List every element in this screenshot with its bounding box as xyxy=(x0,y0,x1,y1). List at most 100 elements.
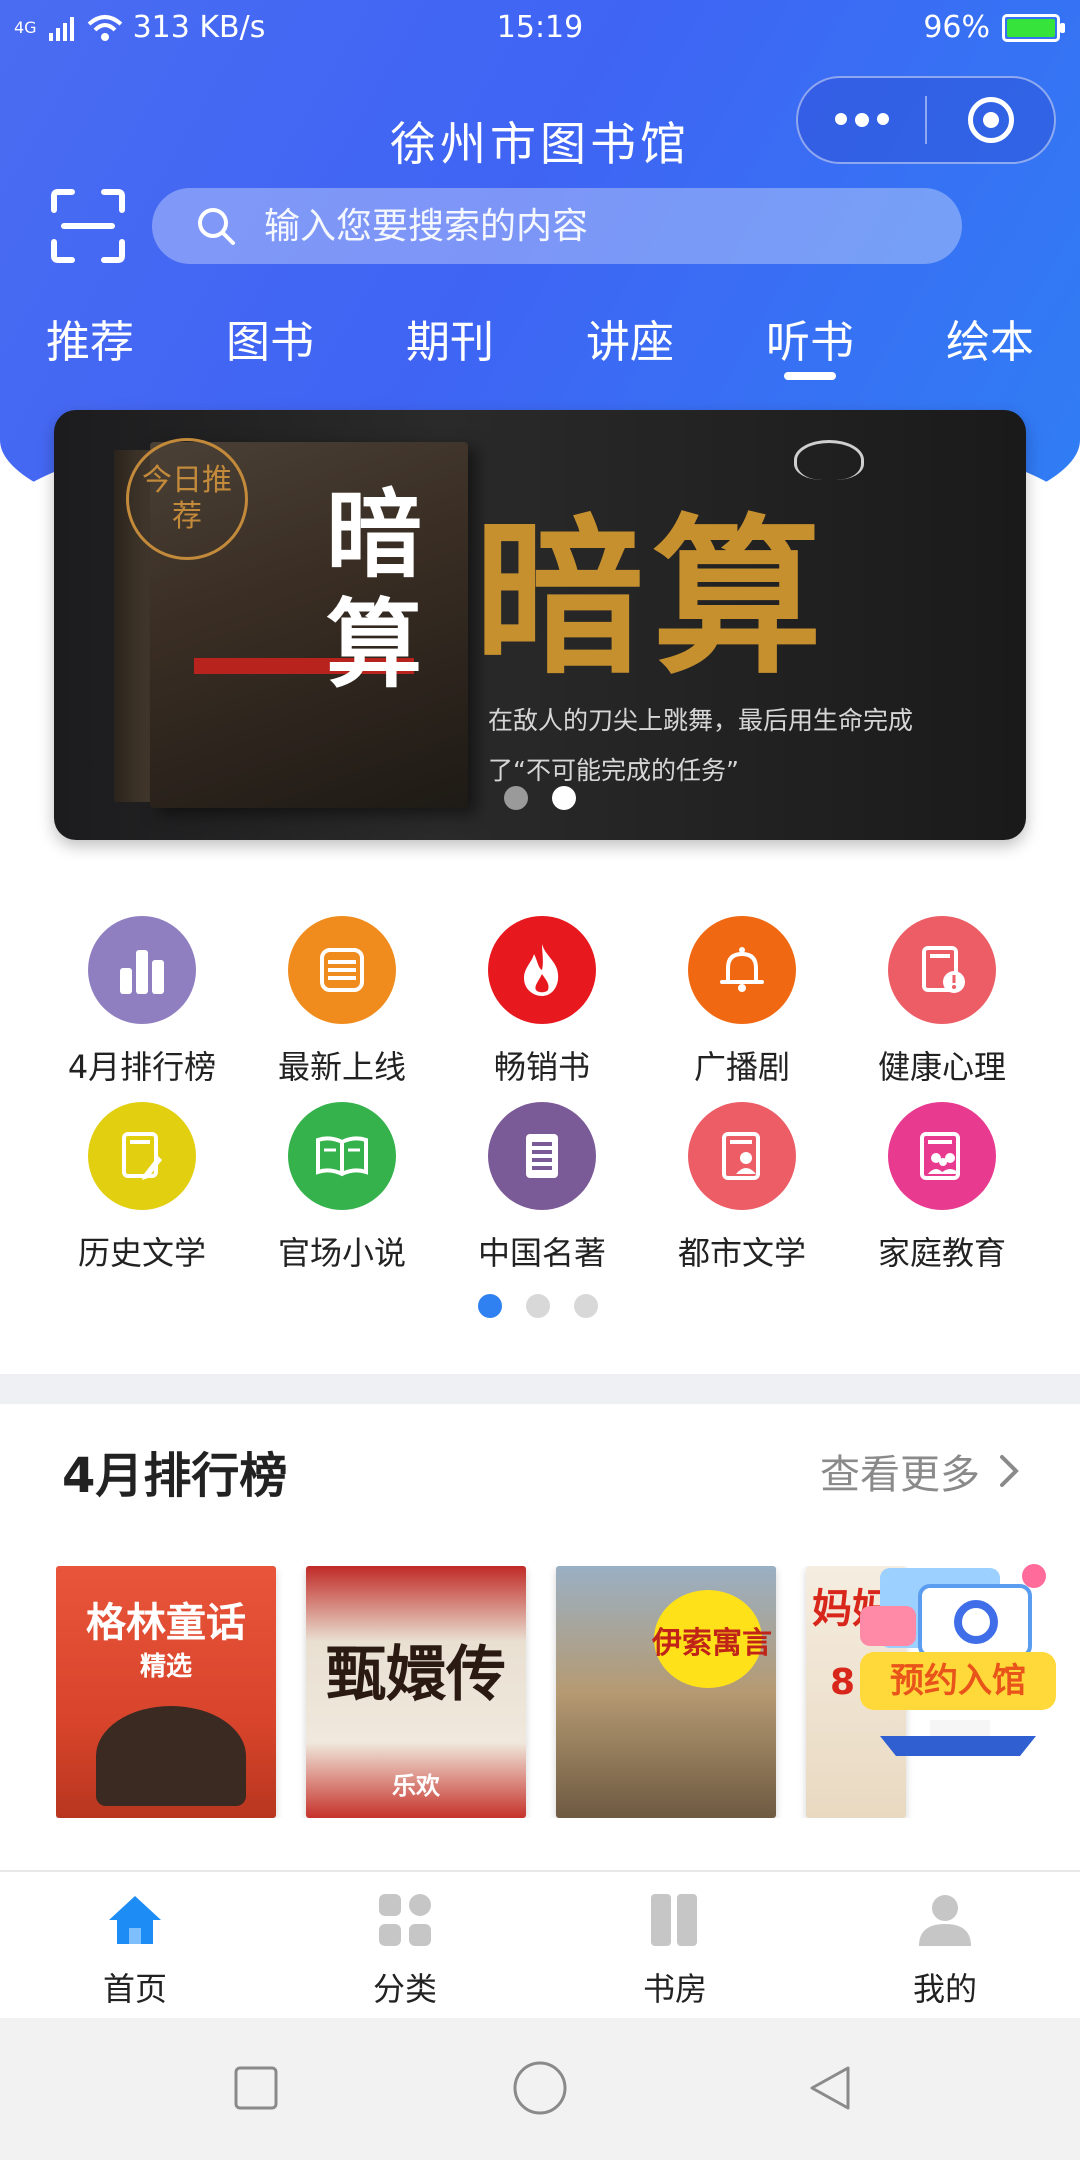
category-label: 历史文学 xyxy=(77,1234,206,1272)
banner-description: 在敌人的刀尖上跳舞，最后用生命完成了“不可能完成的任务” xyxy=(488,706,914,785)
category-officialdom[interactable]: 官场小说 xyxy=(242,1102,442,1274)
tab-journals[interactable]: 期刊 xyxy=(390,306,510,370)
view-more-label: 查看更多 xyxy=(820,1452,980,1498)
fire-icon xyxy=(488,916,596,1024)
category-bestseller[interactable]: 畅销书 xyxy=(442,916,642,1088)
top-tabs: 推荐 图书 期刊 讲座 听书 绘本 xyxy=(0,306,1080,386)
bookshelf-icon xyxy=(651,1894,697,1946)
search-bar[interactable] xyxy=(152,188,962,264)
book-illustration xyxy=(96,1706,246,1806)
user-icon xyxy=(919,1895,971,1946)
cloud-ornament-icon xyxy=(794,440,864,480)
status-time: 15:19 xyxy=(496,10,584,45)
category-health[interactable]: 健康心理 xyxy=(842,916,1042,1088)
category-label: 中国名著 xyxy=(477,1234,606,1272)
book-title: 伊索寓言 xyxy=(652,1626,772,1661)
book-card[interactable]: 格林童话 精选 xyxy=(56,1566,276,1818)
nav-label: 书房 xyxy=(642,1970,707,2008)
category-label: 健康心理 xyxy=(877,1048,1006,1086)
list-stack-icon xyxy=(288,916,396,1024)
category-ranking[interactable]: 4月排行榜 xyxy=(42,916,242,1088)
category-label: 广播剧 xyxy=(693,1048,790,1086)
book-alert-icon xyxy=(888,916,996,1024)
category-new[interactable]: 最新上线 xyxy=(242,916,442,1088)
nav-study[interactable]: 书房 xyxy=(575,1890,775,2010)
banner-pagination xyxy=(504,786,576,810)
category-label: 都市文学 xyxy=(677,1234,806,1272)
book-family-icon xyxy=(888,1102,996,1210)
category-label: 畅销书 xyxy=(493,1048,590,1086)
ranking-header: 4月排行榜 查看更多 xyxy=(62,1436,1022,1506)
bottom-nav: 首页 分类 书房 我的 xyxy=(0,1870,1080,2018)
nav-label: 我的 xyxy=(912,1970,977,2008)
tab-recommend[interactable]: 推荐 xyxy=(30,306,150,370)
nav-profile[interactable]: 我的 xyxy=(845,1890,1045,2010)
recent-apps-icon[interactable] xyxy=(232,2064,280,2112)
miniapp-capsule xyxy=(796,76,1056,164)
ship-icon xyxy=(880,1720,1036,1756)
book-pen-icon xyxy=(88,1102,196,1210)
category-label: 家庭教育 xyxy=(877,1234,1006,1272)
book-title: 格林童话 xyxy=(86,1600,246,1646)
view-more-link[interactable]: 查看更多 xyxy=(820,1442,1022,1500)
nav-label: 首页 xyxy=(102,1970,167,2008)
bar-chart-icon xyxy=(88,916,196,1024)
book-card[interactable]: 伊索寓言 xyxy=(556,1566,776,1818)
system-nav-bar xyxy=(0,2018,1080,2160)
book-title: 甄嬛传 xyxy=(326,1640,506,1710)
grid-icon xyxy=(379,1894,431,1946)
book-card[interactable]: 甄嬛传 乐欢 xyxy=(306,1566,526,1818)
more-dots-icon xyxy=(834,113,889,127)
home-icon xyxy=(109,1896,161,1944)
banner-title: 暗算 xyxy=(474,498,831,698)
category-urban[interactable]: 都市文学 xyxy=(642,1102,842,1274)
category-pagination xyxy=(478,1294,598,1318)
category-label: 官场小说 xyxy=(277,1234,406,1272)
category-label: 4月排行榜 xyxy=(67,1048,217,1086)
open-book-icon xyxy=(288,1102,396,1210)
tab-picture-books[interactable]: 绘本 xyxy=(930,306,1050,370)
section-divider xyxy=(0,1374,1080,1404)
bell-icon xyxy=(688,916,796,1024)
status-bar: 4G 313 KB/s 15:19 96% xyxy=(0,0,1080,56)
home-circle-icon[interactable] xyxy=(512,2060,568,2116)
chevron-right-icon xyxy=(1000,1455,1019,1487)
category-page-dot[interactable] xyxy=(574,1294,598,1318)
seal-text: 今日推荐 xyxy=(142,463,232,534)
scan-icon[interactable] xyxy=(50,188,126,264)
battery-fill xyxy=(1007,18,1055,37)
battery-icon xyxy=(1002,13,1065,42)
battery-percent: 96% xyxy=(923,10,990,45)
category-history[interactable]: 历史文学 xyxy=(42,1102,242,1274)
category-page-dot[interactable] xyxy=(526,1294,550,1318)
today-recommend-seal: 今日推荐 xyxy=(126,438,248,560)
reserve-entry-button[interactable]: 预约入馆 xyxy=(860,1556,1056,1766)
document-icon xyxy=(488,1102,596,1210)
nav-home[interactable]: 首页 xyxy=(35,1890,235,2010)
back-icon[interactable] xyxy=(804,2062,856,2114)
status-right: 96% xyxy=(923,10,1065,45)
tab-lectures[interactable]: 讲座 xyxy=(570,306,690,370)
category-radio-drama[interactable]: 广播剧 xyxy=(642,916,842,1088)
book-subtitle: 精选 xyxy=(139,1652,192,1682)
banner-dot-active[interactable] xyxy=(552,786,576,810)
book-subtitle: 乐欢 xyxy=(392,1772,440,1800)
close-miniapp-button[interactable] xyxy=(927,78,1054,162)
reserve-label: 预约入馆 xyxy=(860,1652,1056,1710)
search-input[interactable] xyxy=(264,205,864,247)
more-button[interactable] xyxy=(798,78,925,162)
category-page-dot-active[interactable] xyxy=(478,1294,502,1318)
promo-banner[interactable]: 今日推荐 暗算 暗算 在敌人的刀尖上跳舞，最后用生命完成了“不可能完成的任务” xyxy=(54,410,1026,840)
banner-dot[interactable] xyxy=(504,786,528,810)
nav-label: 分类 xyxy=(372,1970,437,2008)
cover-calligraphy-title: 暗算 xyxy=(326,478,422,701)
tab-audiobooks[interactable]: 听书 xyxy=(750,306,870,380)
nav-category[interactable]: 分类 xyxy=(305,1890,505,2010)
search-icon xyxy=(198,208,235,245)
category-classics[interactable]: 中国名著 xyxy=(442,1102,642,1274)
target-icon xyxy=(967,97,1014,143)
category-label: 最新上线 xyxy=(277,1048,406,1086)
category-family[interactable]: 家庭教育 xyxy=(842,1102,1042,1274)
reserve-illustration-icon xyxy=(860,1564,1046,1658)
tab-books[interactable]: 图书 xyxy=(210,306,330,370)
